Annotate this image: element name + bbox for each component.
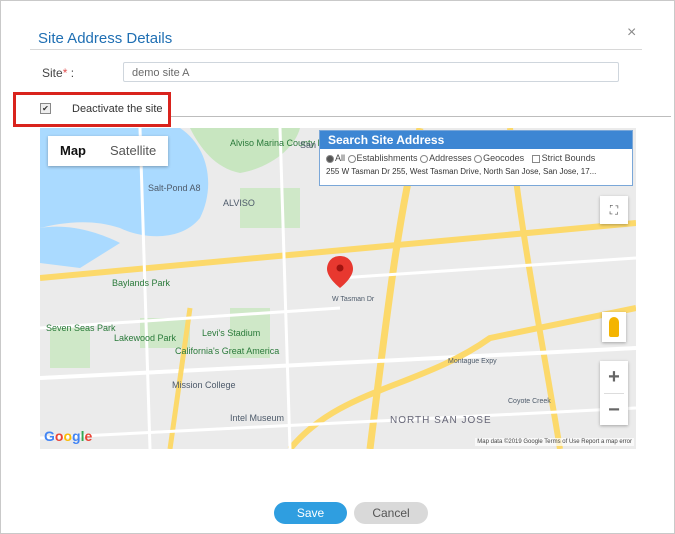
map-label: Intel Museum [230, 413, 285, 423]
map-label: San [300, 140, 317, 150]
google-logo: Google [44, 428, 93, 444]
map-type-map-button[interactable]: Map [48, 136, 98, 166]
map-label: Lakewood Park [114, 333, 177, 343]
map-label: W Tasman Dr [332, 296, 375, 303]
radio-addresses[interactable] [420, 154, 429, 163]
site-input[interactable]: demo site A [123, 62, 619, 82]
map-view[interactable]: Alviso Marina County Park San Salt-Pond … [40, 128, 636, 449]
radio-all[interactable] [326, 154, 334, 163]
map-label: Levi's Stadium [202, 328, 261, 338]
fullscreen-icon[interactable]: ⛶ [600, 196, 628, 224]
map-label: Coyote Creek [508, 398, 551, 405]
zoom-in-button[interactable]: + [600, 361, 628, 393]
radio-geocodes[interactable] [474, 154, 483, 163]
deactivate-label: Deactivate the site [72, 103, 163, 115]
site-label: Site* : [42, 66, 75, 80]
zoom-control: + − [600, 361, 628, 425]
map-label: Seven Seas Park [46, 323, 116, 333]
map-label: California's Great America [175, 346, 280, 356]
map-label: Baylands Park [112, 278, 171, 288]
map-type-satellite-button[interactable]: Satellite [98, 136, 168, 166]
zoom-out-button[interactable]: − [600, 394, 628, 426]
map-label: Mission College [172, 380, 236, 390]
map-label: NORTH SAN JOSE [390, 415, 492, 426]
radio-establishments[interactable] [347, 154, 356, 163]
map-footer: Map data ©2019 Google Terms of Use Repor… [475, 438, 634, 446]
search-site-address-panel: Search Site Address All Establishments A… [319, 130, 633, 186]
save-button[interactable]: Save [274, 502, 347, 524]
map-type-control: Map Satellite [48, 136, 169, 166]
deactivate-checkbox[interactable]: ✔ [40, 103, 51, 114]
close-icon[interactable]: × [627, 24, 636, 42]
search-panel-header: Search Site Address [320, 131, 632, 149]
map-label: Montague Expy [448, 358, 497, 365]
strict-bounds-checkbox[interactable] [531, 154, 540, 163]
map-label: ALVISO [223, 198, 255, 208]
map-label: Salt-Pond A8 [148, 183, 201, 193]
required-mark: * [62, 66, 68, 80]
callout-line [171, 88, 671, 117]
pegman-icon[interactable] [602, 312, 626, 342]
title-divider [30, 49, 642, 50]
search-address-input[interactable]: 255 W Tasman Dr 255, West Tasman Drive, … [320, 163, 632, 176]
search-options: All Establishments Addresses Geocodes St… [320, 149, 632, 163]
dialog-title: Site Address Details [38, 30, 173, 47]
cancel-button[interactable]: Cancel [354, 502, 428, 524]
